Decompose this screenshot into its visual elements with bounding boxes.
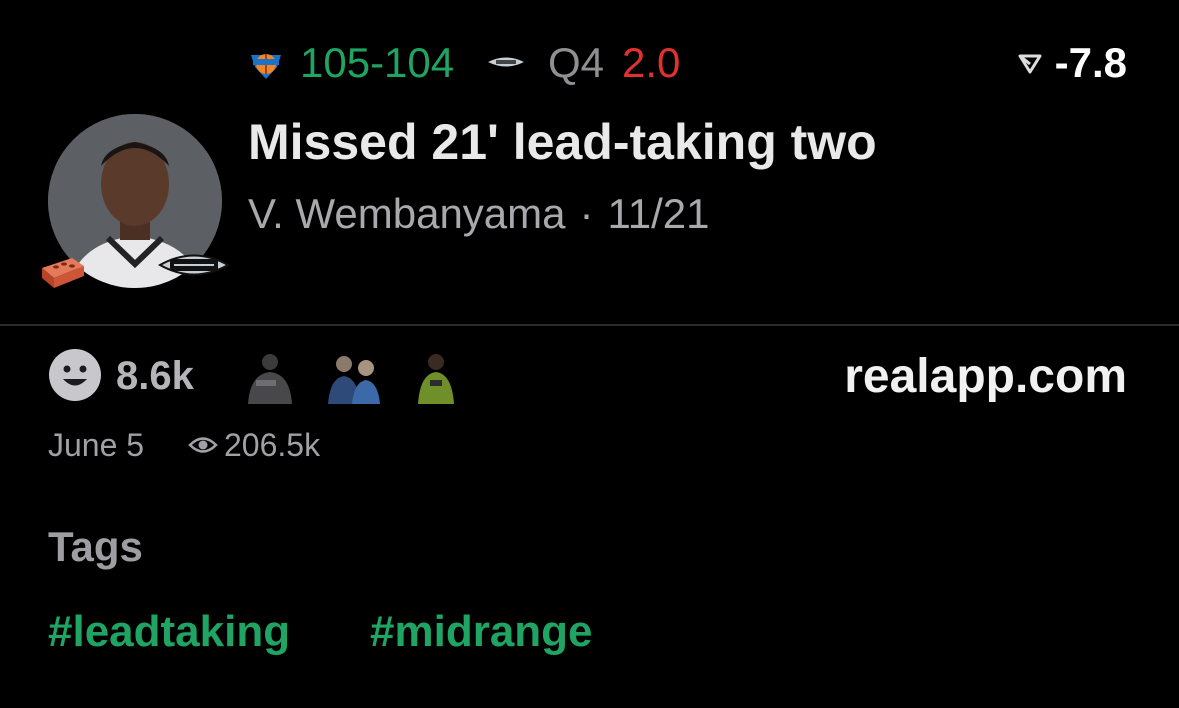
rating-value: -7.8 — [1054, 39, 1127, 86]
tags-heading: Tags — [48, 523, 143, 570]
subtitle-separator: · — [579, 190, 594, 237]
view-count: 206.5k — [188, 425, 320, 465]
game-score: 105-104 — [300, 39, 455, 86]
divider — [0, 324, 1179, 326]
player-name[interactable]: V. Wembanyama — [248, 188, 566, 240]
play-subtitle: V. Wembanyama · 11/21 — [248, 188, 710, 240]
view-count-value: 206.5k — [224, 427, 321, 463]
tag-link[interactable]: #leadtaking — [48, 606, 290, 658]
reactor-avatar[interactable] — [410, 350, 466, 404]
game-clock: 2.0 — [622, 39, 681, 86]
game-date: 11/21 — [607, 190, 710, 237]
knicks-logo-icon — [247, 45, 285, 83]
tag-link[interactable]: #midrange — [370, 606, 593, 658]
source-link[interactable]: realapp.com — [844, 348, 1127, 406]
game-quarter: Q4 — [548, 39, 605, 86]
reaction-smiley-icon[interactable] — [48, 348, 102, 402]
reactor-avatar[interactable] — [242, 350, 298, 404]
eye-icon — [188, 425, 218, 465]
brick-icon — [38, 252, 88, 292]
play-rating: -7.8 — [1017, 38, 1127, 88]
spurs-badge-icon — [157, 244, 231, 286]
play-title: Missed 21' lead-taking two — [248, 114, 877, 170]
reactor-avatar[interactable] — [326, 350, 382, 404]
reaction-count[interactable]: 8.6k — [116, 352, 194, 400]
spurs-logo-icon — [486, 45, 526, 83]
rating-flag-icon — [1017, 38, 1043, 88]
post-date: June 5 — [48, 427, 145, 463]
